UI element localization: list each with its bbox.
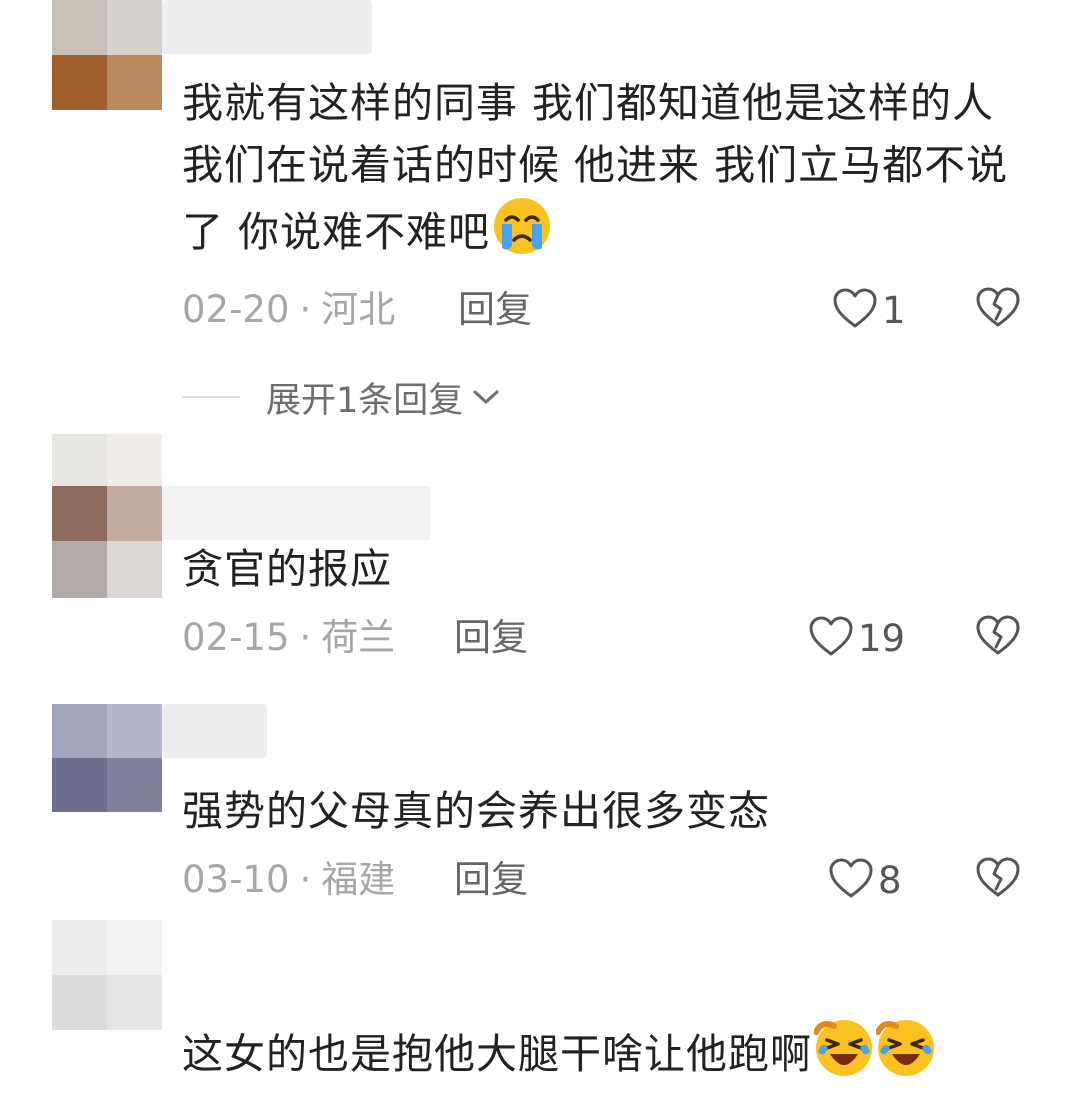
dislike-button[interactable] (975, 856, 1023, 904)
comment-meta: 02-20 · 河北 (182, 285, 395, 335)
reply-button[interactable]: 回复 (454, 855, 528, 905)
heart-outline-icon (828, 857, 874, 903)
comment-meta: 03-10 · 福建 (182, 855, 395, 905)
avatar[interactable] (52, 0, 162, 110)
comment-text: 这女的也是抱他大腿干啥让他跑啊 (182, 1018, 1012, 1095)
broken-heart-icon (975, 615, 1021, 660)
comment-location: 河北 (321, 288, 396, 331)
meta-separator: · (299, 616, 312, 659)
comment-date: 02-15 (182, 616, 290, 659)
dislike-button[interactable] (975, 286, 1023, 334)
crying-face-icon (492, 196, 552, 273)
comment-meta: 02-15 · 荷兰 (182, 613, 395, 663)
comment-text-content: 这女的也是抱他大腿干啥让他跑啊 (182, 1030, 812, 1078)
comment-item: 我就有这样的同事 我们都知道他是这样的人 我们在说着话的时候 他进来 我们立马都… (0, 0, 1080, 440)
laughing-crying-face-icon (813, 1018, 874, 1095)
like-count: 1 (882, 288, 906, 332)
comment-location: 福建 (321, 858, 396, 901)
reply-button[interactable]: 回复 (458, 285, 532, 335)
broken-heart-icon (975, 857, 1021, 902)
username-blurred[interactable] (162, 0, 372, 54)
laughing-crying-face-icon (875, 1018, 936, 1095)
like-button[interactable]: 19 (808, 613, 905, 663)
comment-text: 贪官的报应 (182, 545, 392, 593)
reply-button[interactable]: 回复 (454, 613, 528, 663)
like-count: 8 (878, 858, 902, 902)
username-blurred[interactable] (162, 486, 430, 540)
comment-date: 03-10 (182, 858, 290, 901)
comment-text: 强势的父母真的会养出很多变态 (182, 787, 770, 835)
comment-item: 这女的也是抱他大腿干啥让他跑啊 (0, 920, 1080, 1088)
avatar[interactable] (52, 920, 162, 1030)
broken-heart-icon (975, 287, 1021, 332)
comment-item: 贪官的报应 02-15 · 荷兰 回复 19 (0, 430, 1080, 700)
comment-text-content: 我就有这样的同事 我们都知道他是这样的人 我们在说着话的时候 他进来 我们立马都… (182, 79, 1009, 256)
expand-replies-button[interactable]: 展开1条回复 (182, 372, 501, 422)
meta-separator: · (299, 858, 312, 901)
comment-date: 02-20 (182, 288, 290, 331)
expand-replies-label: 展开1条回复 (266, 380, 464, 421)
comment-location: 荷兰 (321, 616, 396, 659)
avatar[interactable] (52, 704, 162, 812)
meta-separator: · (299, 288, 312, 331)
heart-outline-icon (832, 287, 878, 333)
comment-text: 我就有这样的同事 我们都知道他是这样的人 我们在说着话的时候 他进来 我们立马都… (182, 72, 1012, 273)
comment-item: 强势的父母真的会养出很多变态 03-10 · 福建 回复 8 (0, 700, 1080, 920)
like-button[interactable]: 1 (832, 285, 906, 335)
avatar[interactable] (52, 434, 162, 598)
username-blurred[interactable] (162, 704, 267, 758)
heart-outline-icon (808, 615, 854, 661)
like-button[interactable]: 8 (828, 855, 902, 905)
like-count: 19 (858, 616, 906, 660)
dislike-button[interactable] (975, 614, 1023, 662)
chevron-down-icon (471, 387, 501, 411)
divider-line (182, 396, 240, 398)
